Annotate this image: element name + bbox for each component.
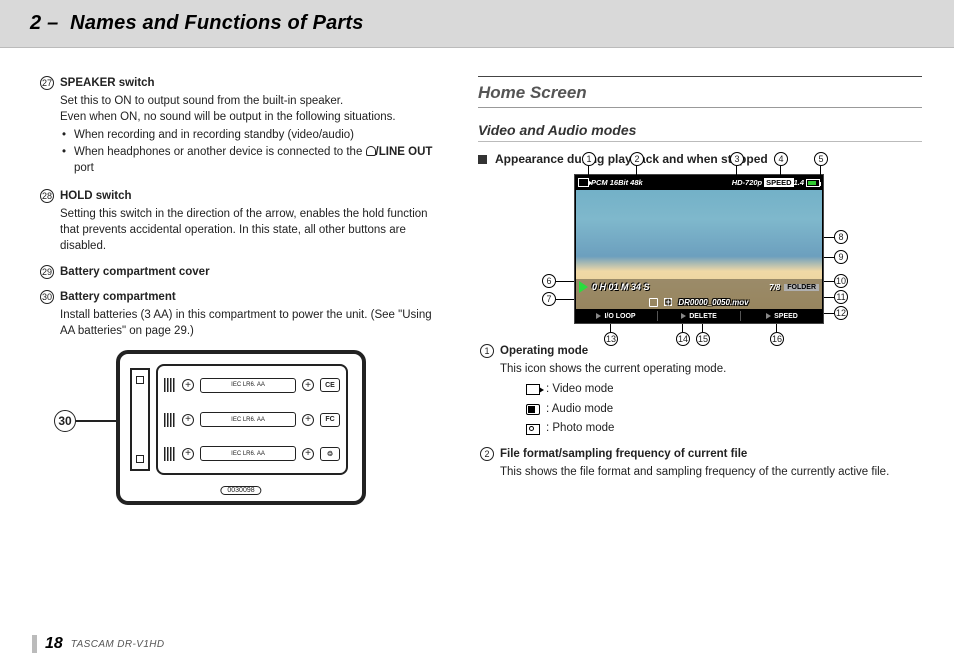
plus-setting-icon [664,298,672,306]
page-footer: 18 TASCAM DR-V1HD [32,635,165,653]
callout-3: 3 [730,152,744,166]
screen-function-bar: I/O LOOP DELETE SPEED [575,309,823,323]
part-desc: Set this to ON to output sound from the … [60,94,446,126]
battery-label: IEC LR6. AA [200,412,296,427]
plus-terminal-icon: + [302,379,314,391]
callout-14: 14 [676,332,690,346]
part-desc: Setting this switch in the direction of … [60,207,446,255]
part-30: 30 Battery compartment Install batteries… [36,290,446,340]
callout-7: 7 [542,292,556,306]
annotation-title: Operating mode [500,344,922,360]
diagram-callout-30: 30 [54,410,76,432]
annotation-index-2: 2 [480,447,494,461]
audio-mode-icon [526,404,540,415]
arrow-icon [596,313,601,319]
spring-icon [164,413,176,427]
part-title: SPEAKER switch [60,76,446,92]
headphone-icon [366,146,376,156]
callout-11: 11 [834,290,848,304]
part-index-29: 29 [40,265,54,279]
part-index-27: 27 [40,76,54,90]
heading-home-screen: Home Screen [478,83,922,108]
photo-mode-icon [526,424,540,435]
lcd-screen-diagram: 1 2 3 4 5 6 7 8 9 10 11 12 [538,174,858,324]
part-title: Battery compartment cover [60,265,446,281]
screen-filename: DR0000_0050.mov [678,298,748,307]
part-28: 28 HOLD switch Setting this switch in th… [36,189,446,254]
part-index-28: 28 [40,189,54,203]
callout-10: 10 [834,274,848,288]
battery-label: IEC LR6. AA [200,446,296,461]
video-mode-icon [578,178,589,187]
annotation-title: File format/sampling frequency of curren… [500,447,922,463]
spring-icon [164,447,176,461]
section-number: 2 – [30,12,58,34]
heading-video-audio-modes: Video and Audio modes [478,122,922,142]
footer-tick-icon [32,635,37,653]
video-mode-icon [526,384,540,395]
screen-time-row: 0 H 01 M 34 S 7/8 FOLDER [575,279,823,295]
recycle-icon: ♲ [320,447,340,461]
callout-9: 9 [834,250,848,264]
fn-speed: SPEED [774,313,798,320]
part-29: 29 Battery compartment cover [36,265,446,281]
screen-hd: HD-720p [732,178,762,187]
page-number: 18 [45,635,63,653]
part-index-30: 30 [40,290,54,304]
callout-5: 5 [814,152,828,166]
battery-label: IEC LR6. AA [200,378,296,393]
screen-file-row: DR0000_0050.mov [575,295,823,309]
screen-pcm: PCM 16Bit 48k [591,178,643,187]
callout-12: 12 [834,306,848,320]
section-header: 2 – Names and Functions of Parts [0,0,954,48]
fn-delete: DELETE [689,313,717,320]
callout-8: 8 [834,230,848,244]
annotation-desc: This icon shows the current operating mo… [500,362,922,378]
callout-16: 16 [770,332,784,346]
part-title: Battery compartment [60,290,446,306]
callout-1: 1 [582,152,596,166]
square-bullet-icon [478,155,487,164]
annotation-2: 2 File format/sampling frequency of curr… [478,447,922,481]
heading-appearance: Appearance during playback and when stop… [478,152,922,166]
screen-speed-badge: SPEED1.4 [764,178,804,187]
bullet: When recording and in recording standby … [74,128,446,144]
callout-4: 4 [774,152,788,166]
left-column: 27 SPEAKER switch Set this to ON to outp… [36,76,446,510]
fc-logo-icon: FC [320,413,340,427]
spring-icon [164,378,176,392]
arrow-icon [766,313,771,319]
bullet: When headphones or another device is con… [74,145,446,177]
sd-card-icon [649,298,658,307]
arrow-icon [681,313,686,319]
product-model: TASCAM DR-V1HD [71,639,165,650]
screen-index: 7/8 [769,283,780,292]
right-column: Home Screen Video and Audio modes Appear… [478,76,922,510]
part-27: 27 SPEAKER switch Set this to ON to outp… [36,76,446,179]
callout-15: 15 [696,332,710,346]
battery-icon [806,179,820,187]
annotation-desc: This shows the file format and sampling … [500,465,922,481]
play-icon [579,281,588,293]
section-title: Names and Functions of Parts [70,12,363,34]
folder-badge: FOLDER [784,284,819,291]
callout-13: 13 [604,332,618,346]
plus-terminal-icon: + [182,379,194,391]
callout-2: 2 [630,152,644,166]
screen-top-bar: PCM 16Bit 48k HD-720p SPEED1.4 [575,175,823,190]
ce-logo-icon: CE [320,378,340,392]
annotation-index-1: 1 [480,344,494,358]
annotation-1: 1 Operating mode This icon shows the cur… [478,344,922,441]
screen-time: 0 H 01 M 34 S [592,282,650,292]
serial-number: 0030098 [220,486,261,495]
part-title: HOLD switch [60,189,446,205]
part-desc: Install batteries (3 AA) in this compart… [60,308,446,340]
battery-diagram: 30 + IEC LR6. AA + CE + IEC [36,350,446,510]
callout-6: 6 [542,274,556,288]
fn-ioloop: I/O LOOP [604,313,635,320]
